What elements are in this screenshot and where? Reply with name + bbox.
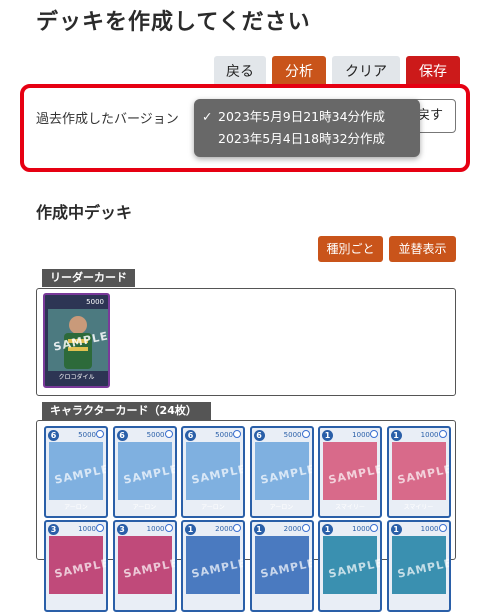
character-card[interactable]: 3 1000 SAMPLE [112, 520, 177, 612]
card-power: 5000 [78, 431, 96, 439]
attribute-icon [438, 430, 447, 438]
card-power: 5000 [86, 298, 104, 306]
version-dropdown[interactable]: ✓ 2023年5月9日21時34分作成 2023年5月4日18時32分作成 [194, 99, 420, 157]
attribute-icon [164, 430, 173, 438]
character-card[interactable]: 3 1000 SAMPLE [44, 520, 108, 612]
attribute-icon [370, 430, 378, 438]
leader-group-title: リーダーカード [42, 269, 135, 287]
card-power: 1000 [146, 525, 165, 533]
card-cost: 1 [322, 524, 333, 535]
attribute-icon [438, 524, 447, 532]
page-title: デッキを作成してください [36, 10, 311, 35]
version-option[interactable]: 2023年5月4日18時32分作成 [194, 128, 420, 150]
version-option-label: 2023年5月9日21時34分作成 [218, 109, 386, 124]
sort-display-button[interactable]: 並替表示 [389, 236, 456, 262]
deck-section-title: 作成中デッキ [36, 203, 133, 222]
card-power: 2000 [215, 525, 233, 533]
attribute-icon [233, 524, 241, 532]
attribute-icon [233, 430, 241, 438]
attribute-icon [301, 524, 310, 532]
attribute-icon [301, 430, 310, 438]
character-card[interactable]: 6 5000 SAMPLE アーロン [112, 426, 177, 518]
character-group-title: キャラクターカード（24枚） [42, 402, 211, 420]
character-card[interactable]: 1 1000 SAMPLE スマイリー [318, 426, 382, 518]
character-card[interactable]: 6 5000 SAMPLE アーロン [181, 426, 245, 518]
card-power: 1000 [78, 525, 96, 533]
version-label: 過去作成したバージョン [36, 112, 179, 127]
card-name: アーロン [132, 504, 157, 511]
card-cost: 6 [253, 430, 265, 441]
card-cost: 6 [185, 430, 196, 441]
card-cost: 1 [322, 430, 333, 441]
card-name: アーロン [201, 504, 225, 511]
character-card[interactable]: 1 2000 SAMPLE [249, 520, 314, 612]
version-option-selected[interactable]: ✓ 2023年5月9日21時34分作成 [194, 106, 420, 128]
card-cost: 1 [390, 524, 402, 535]
card-power: 2000 [283, 525, 302, 533]
attribute-icon [164, 524, 173, 532]
character-card[interactable]: 6 5000 SAMPLE アーロン [249, 426, 314, 518]
card-cost: 6 [48, 430, 59, 441]
attribute-icon [96, 524, 104, 532]
card-cost: 1 [253, 524, 265, 535]
card-power: 1000 [352, 525, 370, 533]
sort-buttons: 種別ごと 並替表示 [318, 236, 456, 262]
leader-card[interactable]: 5000 SAMPLE クロコダイル [43, 293, 110, 388]
character-card[interactable]: 1 1000 SAMPLE [386, 520, 451, 612]
character-card[interactable]: 6 5000 SAMPLE アーロン [44, 426, 108, 518]
card-cost: 1 [185, 524, 196, 535]
card-name: スマイリー [403, 504, 434, 511]
sort-by-type-button[interactable]: 種別ごと [318, 236, 383, 262]
attribute-icon [96, 430, 104, 438]
version-option-label: 2023年5月4日18時32分作成 [218, 131, 386, 146]
card-power: 5000 [215, 431, 233, 439]
card-name: スマイリー [335, 504, 365, 511]
character-card[interactable]: 1 1000 SAMPLE [318, 520, 382, 612]
card-cost: 3 [116, 524, 128, 535]
character-card[interactable]: 1 2000 SAMPLE [181, 520, 245, 612]
checkmark-icon: ✓ [202, 109, 213, 124]
card-power: 5000 [283, 431, 302, 439]
card-power: 5000 [146, 431, 165, 439]
card-name: アーロン [64, 504, 88, 511]
card-power: 1000 [352, 431, 370, 439]
card-cost: 1 [390, 430, 402, 441]
attribute-icon [370, 524, 378, 532]
restore-button-label: 戻す [417, 108, 444, 123]
card-cost: 3 [48, 524, 59, 535]
character-card[interactable]: 1 1000 SAMPLE スマイリー [386, 426, 451, 518]
card-name: アーロン [269, 504, 294, 511]
card-cost: 6 [116, 430, 128, 441]
card-power: 1000 [420, 525, 439, 533]
card-name: クロコダイル [58, 374, 95, 381]
card-power: 1000 [420, 431, 439, 439]
